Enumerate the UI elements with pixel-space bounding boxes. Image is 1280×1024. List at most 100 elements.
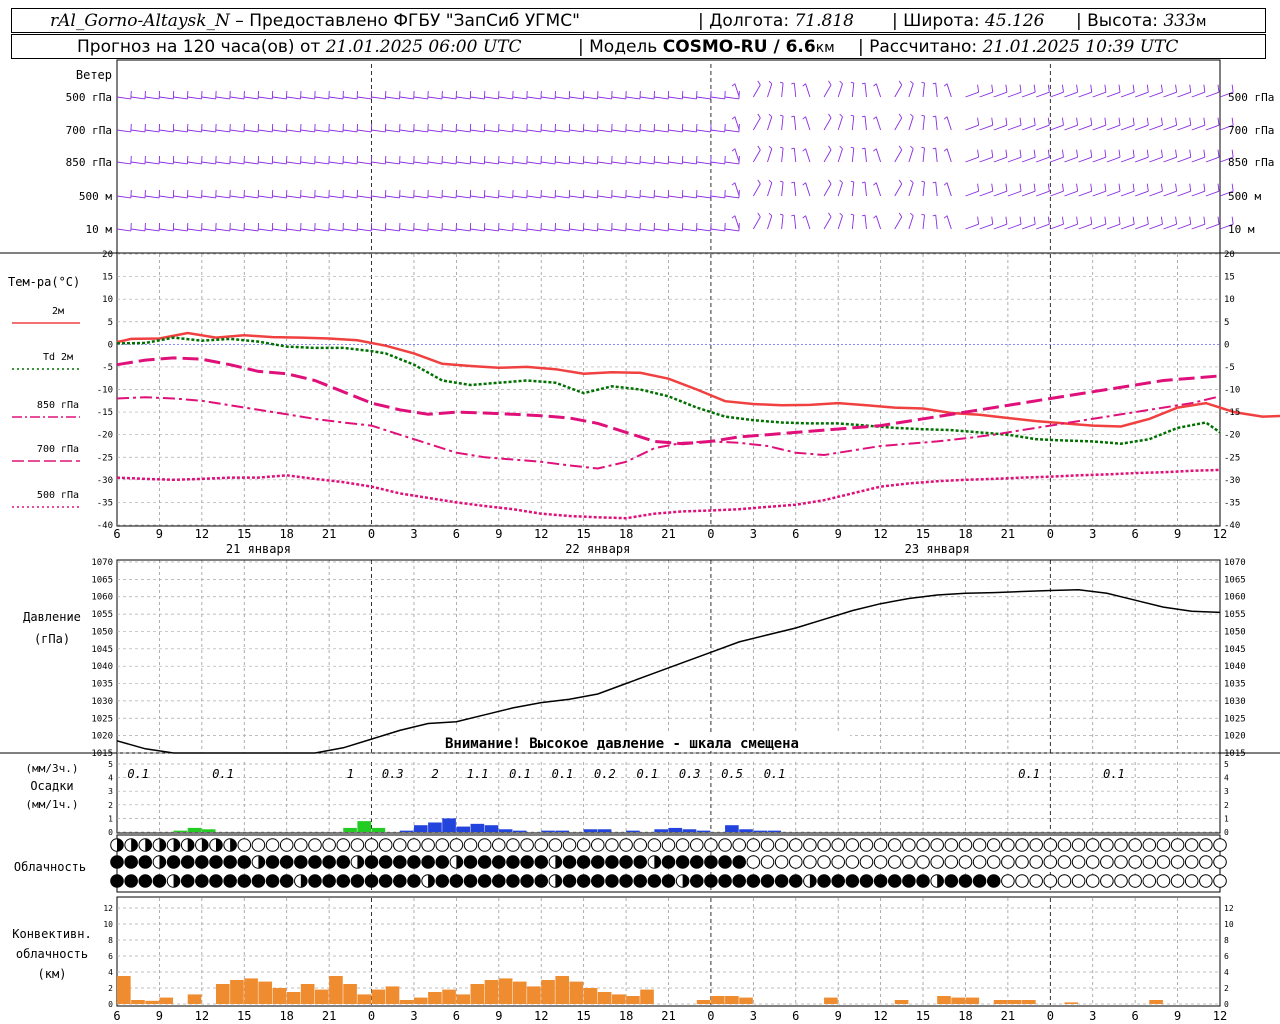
wind-barb	[1191, 91, 1206, 98]
wind-barb	[823, 149, 832, 163]
conv-ytick-left: 6	[108, 952, 113, 961]
wind-level-label: 500 м	[79, 190, 112, 203]
temp-title: Тем-ра(°C)	[8, 275, 80, 289]
wind-barb	[314, 195, 329, 199]
wind-barb	[640, 129, 655, 133]
wind-barb	[1007, 190, 1022, 197]
temp-ytick-right: -10	[1224, 386, 1240, 396]
cloud-cover-fill	[351, 874, 364, 888]
wind-barb-flag	[977, 84, 980, 93]
wind-barb	[187, 129, 202, 133]
cloud-cover-symbol	[633, 838, 648, 852]
wind-barb-flag	[1104, 84, 1107, 93]
cloud-cover-fill	[223, 874, 237, 888]
cloud-cover-fill	[153, 874, 166, 888]
wind-barb-flag	[1189, 84, 1192, 93]
wind-barb	[781, 215, 784, 230]
cloud-cover-fill	[450, 874, 463, 888]
wind-barb	[583, 129, 598, 133]
wind-barb	[498, 195, 513, 199]
meteogram: rAl_Gorno-Altaysk_N – Предоставлено ФГБУ…	[0, 0, 1280, 1024]
precip-total-label: 0.1	[127, 767, 149, 781]
press-ytick-left: 1035	[91, 680, 113, 690]
wind-barb-flag	[977, 117, 980, 126]
cloud-cover-fill	[201, 838, 209, 852]
wind-barb-flag	[991, 149, 994, 158]
wind-barb	[555, 96, 570, 100]
wind-barb	[979, 124, 993, 131]
cloud-cover-symbol	[774, 855, 789, 869]
wind-barb	[583, 96, 598, 100]
wind-barb	[131, 228, 146, 232]
wind-barb-flag	[1203, 149, 1206, 158]
wind-barb	[1007, 91, 1022, 98]
wind-barb-flag	[1189, 216, 1192, 225]
cloud-cover-symbol	[1015, 838, 1029, 852]
cloud-cover-symbol	[1213, 838, 1227, 852]
wind-barb	[187, 195, 202, 199]
wind-barb	[1007, 223, 1022, 230]
wind-barb	[611, 195, 626, 199]
wind-barb	[343, 96, 358, 100]
wind-barb-flag	[731, 116, 736, 120]
wind-barb-flag	[1090, 149, 1093, 158]
wind-barb	[1149, 91, 1163, 98]
wind-barb	[922, 116, 925, 131]
wind-barb	[1050, 156, 1064, 163]
cloud-cover-symbol	[520, 838, 534, 852]
wind-barb	[793, 215, 797, 230]
wind-barb-flag	[1090, 84, 1093, 93]
wind-barb	[385, 195, 400, 199]
wind-barb	[752, 84, 761, 98]
conv-bar	[272, 988, 287, 1004]
wind-barb-flag	[1160, 84, 1163, 93]
cloud-cover-symbol	[760, 855, 775, 869]
wind-barb	[286, 129, 301, 133]
cloud-cover-symbol	[1156, 838, 1171, 852]
temp-ytick-right: 20	[1224, 250, 1235, 260]
wind-barb	[1149, 156, 1163, 163]
wind-barb	[935, 116, 938, 131]
wind-barb	[864, 215, 867, 230]
cloud-cover-symbol	[1100, 874, 1114, 888]
cloud-cover-symbol	[1100, 838, 1114, 852]
wind-barb	[793, 83, 797, 98]
wind-barb	[682, 195, 697, 199]
press-ytick-right: 1035	[1224, 680, 1246, 690]
wind-barb	[993, 190, 1008, 197]
precip-bar	[626, 830, 640, 832]
cloud-cover-fill	[110, 874, 124, 888]
wind-barb	[413, 96, 428, 100]
wind-barb-flag	[898, 113, 903, 119]
wind-barb	[456, 228, 471, 232]
cloud-cover-fill	[577, 855, 590, 869]
wind-barb-flag	[757, 212, 761, 218]
precip-ytick-right: 4	[1224, 774, 1229, 783]
x-tick-bottom: 12	[195, 1009, 209, 1023]
wind-barb	[851, 182, 855, 197]
wind-barb	[922, 215, 925, 230]
wind-barb	[201, 129, 216, 133]
cloud-cover-symbol	[902, 855, 916, 869]
wind-barb	[484, 228, 499, 232]
temp-ytick-left: 5	[108, 318, 113, 328]
cloud-cover-symbol	[1184, 838, 1199, 852]
wind-barb	[371, 129, 386, 133]
wind-barb	[300, 195, 315, 199]
wind-level-label-right: 10 м	[1228, 223, 1255, 236]
x-tick-mid: 6	[113, 527, 120, 541]
cloud-cover-fill	[577, 874, 590, 888]
wind-barb	[1149, 190, 1163, 197]
wind-barb	[725, 228, 739, 232]
wind-level-label-right: 500 гПа	[1228, 91, 1274, 104]
cloud-cover-symbol	[251, 838, 266, 852]
wind-level-label: 500 гПа	[66, 91, 112, 104]
wind-barb-flag	[828, 179, 832, 185]
wind-barb	[272, 96, 287, 100]
precip-total-label: 0.5	[721, 767, 743, 781]
wind-barb-flag	[850, 114, 854, 117]
cloud-cover-symbol	[647, 838, 662, 852]
wind-barb-flag	[1175, 216, 1178, 225]
wind-barb-flag	[850, 213, 854, 216]
conv-bar	[230, 980, 244, 1004]
